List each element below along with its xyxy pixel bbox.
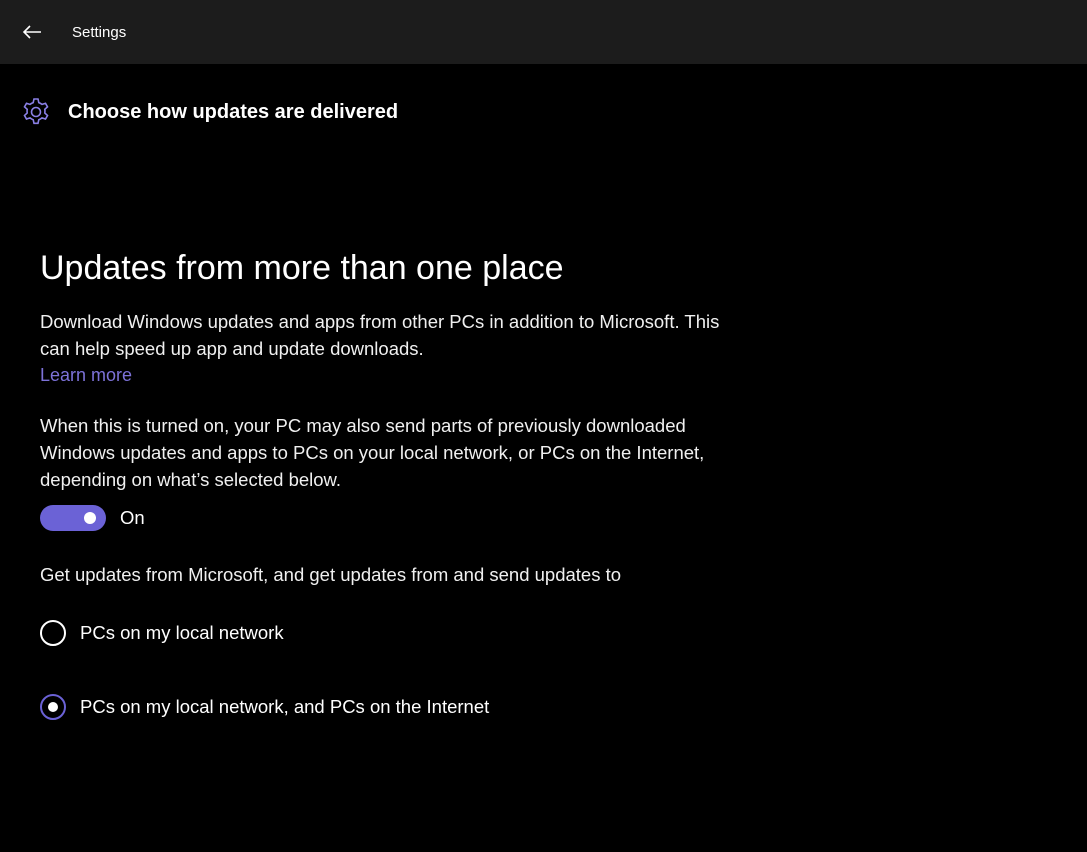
toggle-knob <box>84 512 96 524</box>
page-header: Choose how updates are delivered <box>20 96 398 128</box>
delivery-optimization-toggle-row: On <box>40 505 720 531</box>
gear-icon <box>23 98 49 125</box>
radio-button-selected[interactable] <box>40 694 66 720</box>
toggle-state-label: On <box>120 507 145 528</box>
window-title: Settings <box>72 23 127 41</box>
radio-label: PCs on my local network <box>80 622 284 643</box>
learn-more-link[interactable]: Learn more <box>40 362 132 389</box>
radio-dot <box>48 702 58 712</box>
radio-option-local-network[interactable]: PCs on my local network <box>40 620 720 646</box>
info-text: When this is turned on, your PC may also… <box>40 415 705 490</box>
radio-label: PCs on my local network, and PCs on the … <box>80 696 490 717</box>
options-prompt: Get updates from Microsoft, and get upda… <box>40 564 622 585</box>
section-title: Updates from more than one place <box>40 249 564 287</box>
back-arrow-icon <box>22 25 41 39</box>
radio-option-local-and-internet[interactable]: PCs on my local network, and PCs on the … <box>40 694 720 720</box>
title-bar: Settings <box>0 0 1087 64</box>
radio-button-unselected[interactable] <box>40 620 66 646</box>
settings-content: Updates from more than one place Downloa… <box>40 244 720 720</box>
delivery-optimization-toggle[interactable] <box>40 505 106 531</box>
page-title: Choose how updates are delivered <box>68 100 399 123</box>
description-text: Download Windows updates and apps from o… <box>40 311 720 359</box>
back-button[interactable] <box>0 0 64 64</box>
